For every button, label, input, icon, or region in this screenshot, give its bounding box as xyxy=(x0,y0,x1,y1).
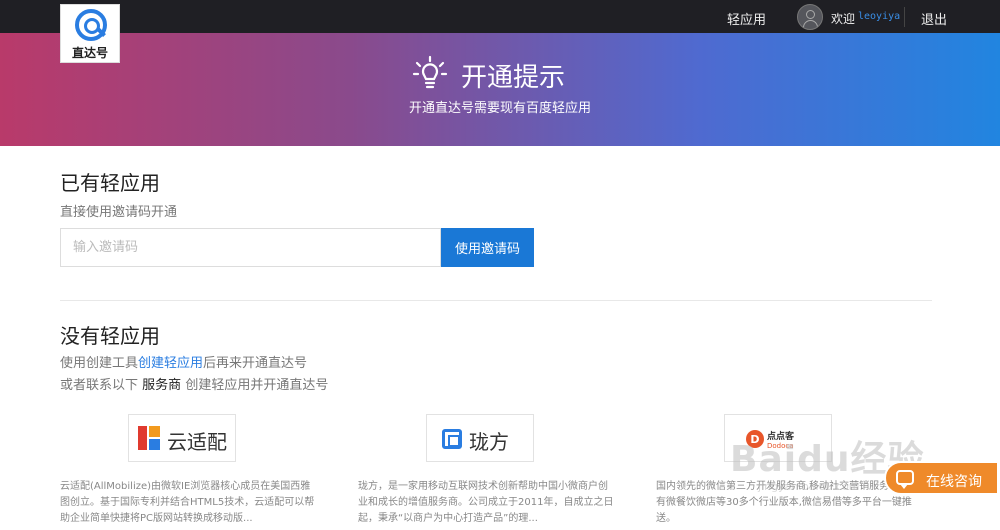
chat-bubble-icon xyxy=(896,470,914,489)
vendor-logo-yunshipei[interactable]: 云适配 xyxy=(128,414,236,462)
lightbulb-icon xyxy=(412,55,448,89)
no-app-line1: 使用创建工具创建轻应用后再来开通直达号 xyxy=(60,352,307,371)
welcome-text: 欢迎 xyxy=(831,12,856,26)
has-app-heading: 已有轻应用 xyxy=(60,171,160,195)
hero-banner: 开通提示 开通直达号需要现有百度轻应用 xyxy=(0,33,1000,146)
logo-text: 直达号 xyxy=(71,46,108,60)
online-consult-button[interactable]: 在线咨询 xyxy=(884,461,999,495)
vendor-name: 珑方 xyxy=(469,430,509,454)
invite-code-input[interactable] xyxy=(60,228,441,267)
nav-lite-app-link[interactable]: 轻应用 xyxy=(727,9,766,28)
vendor-name: 云适配 xyxy=(167,430,227,454)
use-invite-code-button[interactable]: 使用邀请码 xyxy=(441,228,534,267)
site-logo[interactable]: 直达号 xyxy=(60,4,120,63)
yunshipei-logo-icon xyxy=(138,426,160,450)
service-provider-text: 服务商 xyxy=(142,378,182,393)
vendor-desc: 云适配(AllMobilize)由微软IE浏览器核心成员在美国西雅图创立。基于国… xyxy=(60,481,315,524)
username-link[interactable]: leoyiya xyxy=(858,11,900,22)
create-lite-app-link[interactable]: 创建轻应用 xyxy=(138,356,203,371)
no-app-line2-prefix: 或者联系以下 xyxy=(60,378,139,393)
longfang-logo-icon xyxy=(442,429,462,449)
no-app-heading: 没有轻应用 xyxy=(60,324,160,348)
top-navbar: 轻应用 欢迎 leoyiya 退出 xyxy=(0,0,1000,33)
vendor-desc: 珑方，是一家用移动互联网技术创新帮助中国小微商户创业和成长的增值服务商。公司成立… xyxy=(358,481,614,524)
section-divider xyxy=(60,300,932,301)
nav-divider xyxy=(904,7,905,27)
user-avatar-icon[interactable] xyxy=(797,4,823,30)
magnifier-logo-icon xyxy=(75,9,107,41)
no-app-line2-suffix: 创建轻应用并开通直达号 xyxy=(185,378,329,393)
no-app-line1-prefix: 使用创建工具 xyxy=(60,356,139,371)
no-app-line2: 或者联系以下 服务商 创建轻应用并开通直达号 xyxy=(60,374,328,393)
no-app-line1-suffix: 后再来开通直达号 xyxy=(203,356,308,371)
has-app-desc: 直接使用邀请码开通 xyxy=(60,205,178,220)
banner-title: 开通提示 xyxy=(461,63,566,93)
baidu-watermark-url: jingyan.baidu.com xyxy=(758,480,860,493)
logout-link[interactable]: 退出 xyxy=(921,9,947,28)
banner-subtitle: 开通直达号需要现有百度轻应用 xyxy=(408,101,591,116)
online-consult-label: 在线咨询 xyxy=(926,474,982,490)
vendor-logo-longfang[interactable]: 珑方 xyxy=(426,414,534,462)
